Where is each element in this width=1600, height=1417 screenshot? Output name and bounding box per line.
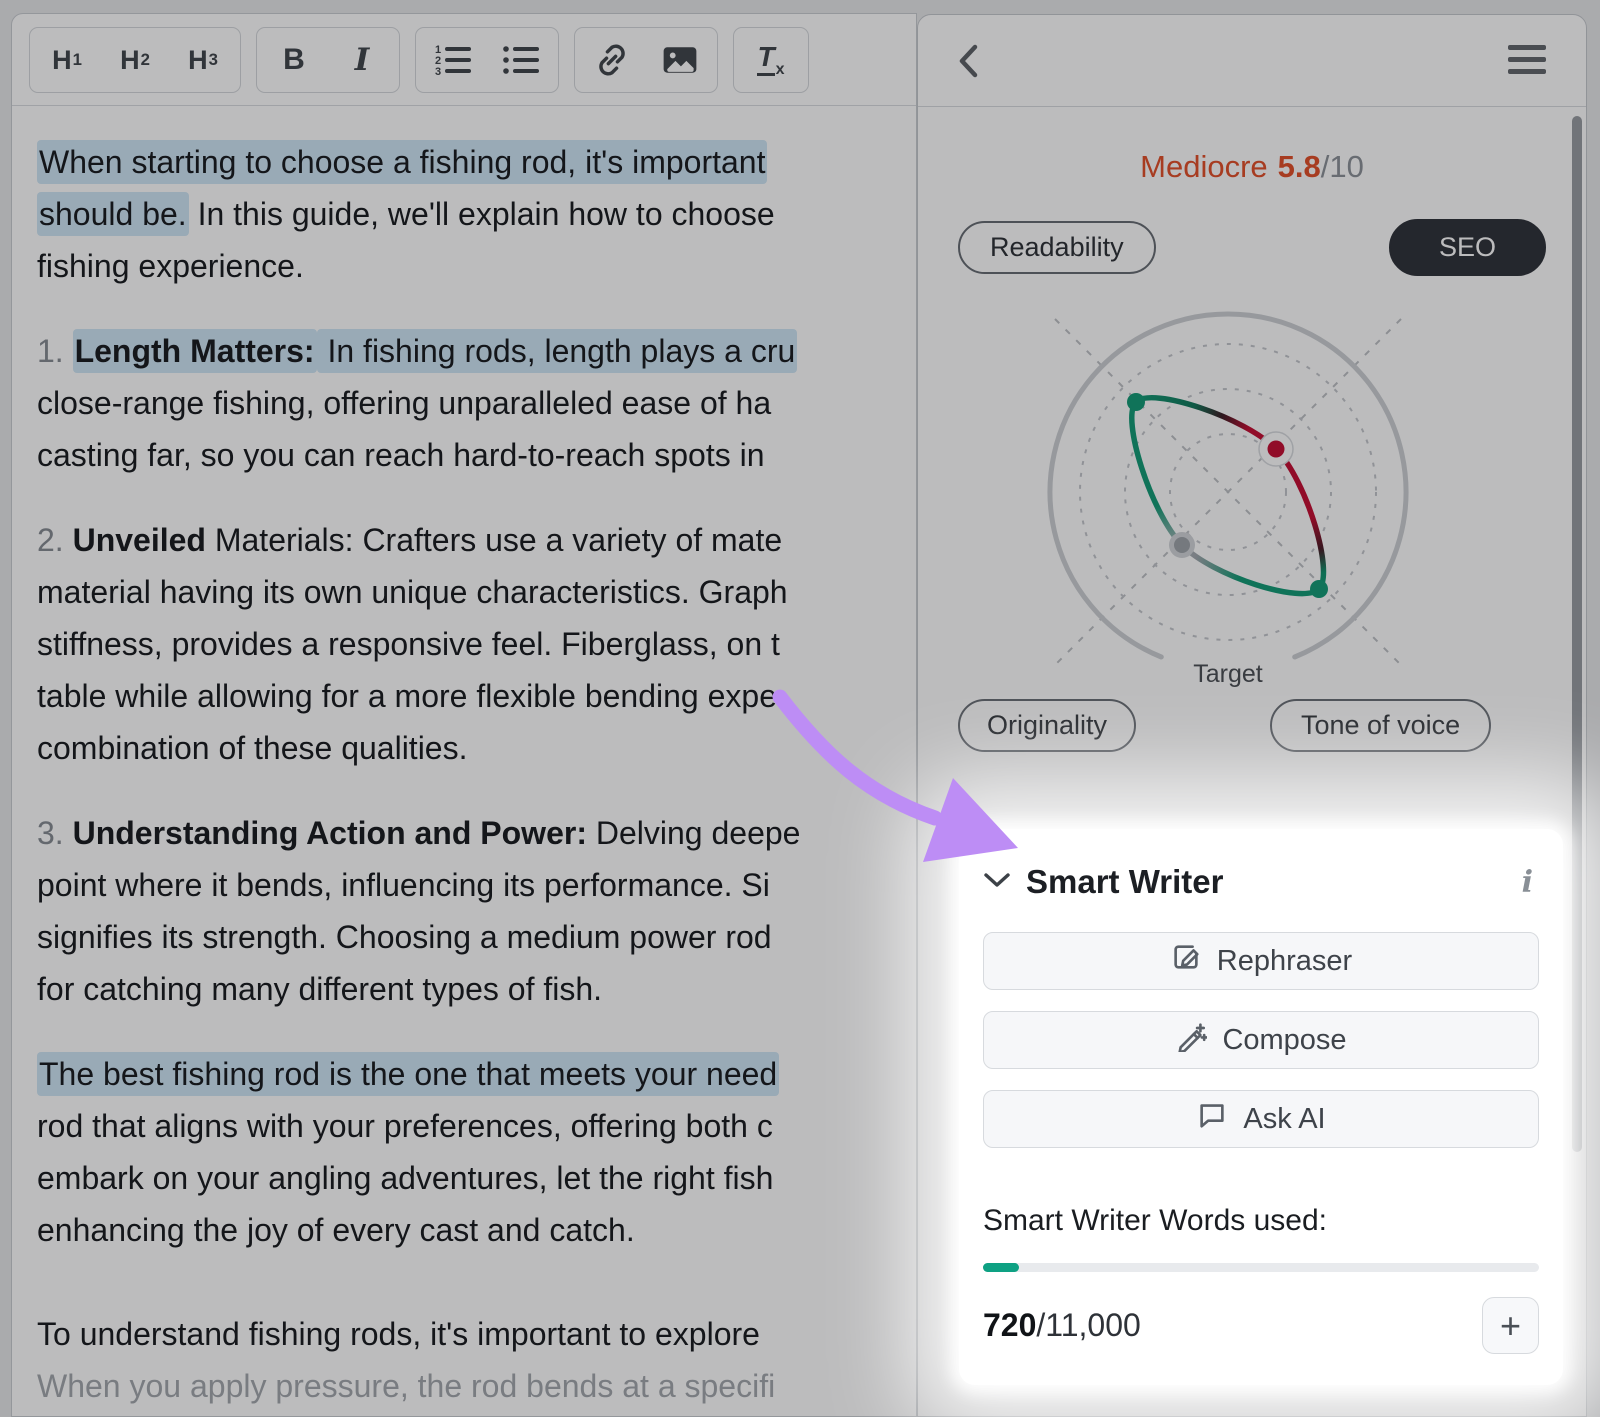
- score-category-pills: Readability SEO: [958, 219, 1546, 276]
- compose-label: Compose: [1222, 1024, 1346, 1057]
- radar-axes: [1055, 319, 1401, 665]
- info-icon[interactable]: i: [1516, 865, 1539, 900]
- image-icon: [660, 40, 700, 80]
- menu-icon: [1508, 45, 1546, 74]
- ordered-list-icon: 123: [434, 43, 472, 77]
- list-button-group: 123: [415, 27, 559, 93]
- clear-formatting-icon: Tx: [757, 41, 784, 78]
- chevron-down-icon: [983, 871, 1011, 894]
- score-max: /10: [1321, 149, 1364, 184]
- ask-ai-icon: [1196, 1099, 1228, 1139]
- paragraph: To understand fishing rods, it's importa…: [37, 1308, 916, 1412]
- text-line: rod that aligns with your preferences, o…: [37, 1100, 916, 1152]
- clear-format-button-group: Tx: [733, 27, 809, 93]
- text-line: 3. Understanding Action and Power: Delvi…: [37, 807, 916, 859]
- score-loop: [1132, 398, 1324, 594]
- words-used-label: Smart Writer Words used:: [983, 1204, 1539, 1238]
- words-total: /11,000: [1036, 1307, 1140, 1344]
- menu-button[interactable]: [1508, 45, 1546, 81]
- panel-scrollbar[interactable]: [1572, 116, 1582, 1152]
- link-button[interactable]: [578, 31, 646, 89]
- originality-pill[interactable]: Originality: [958, 699, 1136, 752]
- text-line: material having its own unique character…: [37, 566, 916, 618]
- score-radar-chart: Target: [928, 296, 1528, 710]
- text-line: combination of these qualities.: [37, 722, 916, 774]
- text-line: casting far, so you can reach hard-to-re…: [37, 429, 916, 481]
- text-line: embark on your angling adventures, let t…: [37, 1152, 916, 1204]
- paragraph: 2. Unveiled Materials: Crafters use a va…: [37, 514, 916, 774]
- paragraph: The best fishing rod is the one that mee…: [37, 1048, 916, 1256]
- rephraser-label: Rephraser: [1217, 945, 1352, 978]
- text-line: point where it bends, influencing its pe…: [37, 859, 916, 911]
- rephraser-button[interactable]: Rephraser: [983, 932, 1539, 990]
- bullet-list-button[interactable]: [487, 31, 555, 89]
- text-line: table while allowing for a more flexible…: [37, 670, 916, 722]
- words-used-progress-track: [983, 1263, 1539, 1272]
- formatting-toolbar: H1 H2 H3 B I 123: [12, 14, 916, 106]
- smart-writer-header[interactable]: Smart Writer i: [983, 863, 1539, 901]
- paragraph: 3. Understanding Action and Power: Delvi…: [37, 807, 916, 1015]
- clear-formatting-button[interactable]: Tx: [737, 31, 805, 89]
- ordered-list-button[interactable]: 123: [419, 31, 487, 89]
- add-words-button[interactable]: +: [1482, 1297, 1539, 1354]
- panel-header: [918, 15, 1586, 107]
- heading-1-button[interactable]: H1: [33, 31, 101, 89]
- smart-writer-card: Smart Writer i Rephraser Compo: [959, 829, 1563, 1385]
- words-used-progress-fill: [983, 1263, 1019, 1272]
- text-line: stiffness, provides a responsive feel. F…: [37, 618, 916, 670]
- overall-score: Mediocre 5.8/10: [918, 149, 1586, 185]
- smart-writer-title: Smart Writer: [1026, 863, 1223, 901]
- words-used-count: 720: [983, 1307, 1036, 1344]
- text-line: When you apply pressure, the rod bends a…: [37, 1360, 916, 1412]
- link-icon: [592, 40, 632, 80]
- text-line: signifies its strength. Choosing a mediu…: [37, 911, 916, 963]
- readability-pill[interactable]: Readability: [958, 221, 1156, 274]
- rephraser-icon: [1170, 941, 1202, 981]
- ask-ai-button[interactable]: Ask AI: [983, 1090, 1539, 1148]
- score-value: 5.8: [1278, 149, 1321, 184]
- italic-button[interactable]: I: [328, 31, 396, 89]
- readability-point[interactable]: [1127, 393, 1145, 411]
- heading-2-button[interactable]: H2: [101, 31, 169, 89]
- insert-button-group: [574, 27, 718, 93]
- text-line: The best fishing rod is the one that mee…: [37, 1048, 916, 1100]
- heading-3-button[interactable]: H3: [169, 31, 237, 89]
- originality-point[interactable]: [1169, 532, 1195, 558]
- compose-icon: [1175, 1020, 1207, 1060]
- text-line: enhancing the joy of every cast and catc…: [37, 1204, 916, 1256]
- target-label: Target: [1193, 660, 1263, 688]
- heading-button-group: H1 H2 H3: [29, 27, 241, 93]
- bold-button[interactable]: B: [260, 31, 328, 89]
- text-line: 1. Length Matters: In fishing rods, leng…: [37, 325, 916, 377]
- seo-pill[interactable]: SEO: [1389, 219, 1546, 276]
- tone-of-voice-point[interactable]: [1310, 580, 1328, 598]
- paragraph: When starting to choose a fishing rod, i…: [37, 136, 916, 292]
- text-line: 2. Unveiled Materials: Crafters use a va…: [37, 514, 916, 566]
- text-line: close-range fishing, offering unparallel…: [37, 377, 916, 429]
- seo-point[interactable]: [1259, 432, 1293, 466]
- paragraph: 1. Length Matters: In fishing rods, leng…: [37, 325, 916, 481]
- text-line: fishing experience.: [37, 240, 916, 292]
- words-used-row: 720 /11,000 +: [983, 1297, 1539, 1354]
- bullet-list-icon: [502, 43, 540, 77]
- radar-outer-circle: [1050, 314, 1406, 657]
- back-button[interactable]: [956, 40, 982, 87]
- svg-text:3: 3: [435, 66, 441, 77]
- ask-ai-label: Ask AI: [1243, 1103, 1325, 1136]
- seo-writing-assistant-screen: H1 H2 H3 B I 123: [0, 0, 1600, 1417]
- text-line: When starting to choose a fishing rod, i…: [37, 136, 916, 188]
- text-line: To understand fishing rods, it's importa…: [37, 1308, 916, 1360]
- editor-pane[interactable]: H1 H2 H3 B I 123: [11, 13, 917, 1417]
- tone-of-voice-pill[interactable]: Tone of voice: [1270, 699, 1491, 752]
- score-grade: Mediocre: [1140, 149, 1268, 184]
- text-line: for catching many different types of fis…: [37, 963, 916, 1015]
- editor-content[interactable]: When starting to choose a fishing rod, i…: [12, 106, 916, 1412]
- image-button[interactable]: [646, 31, 714, 89]
- text-style-button-group: B I: [256, 27, 400, 93]
- text-line: should be. In this guide, we'll explain …: [37, 188, 916, 240]
- compose-button[interactable]: Compose: [983, 1011, 1539, 1069]
